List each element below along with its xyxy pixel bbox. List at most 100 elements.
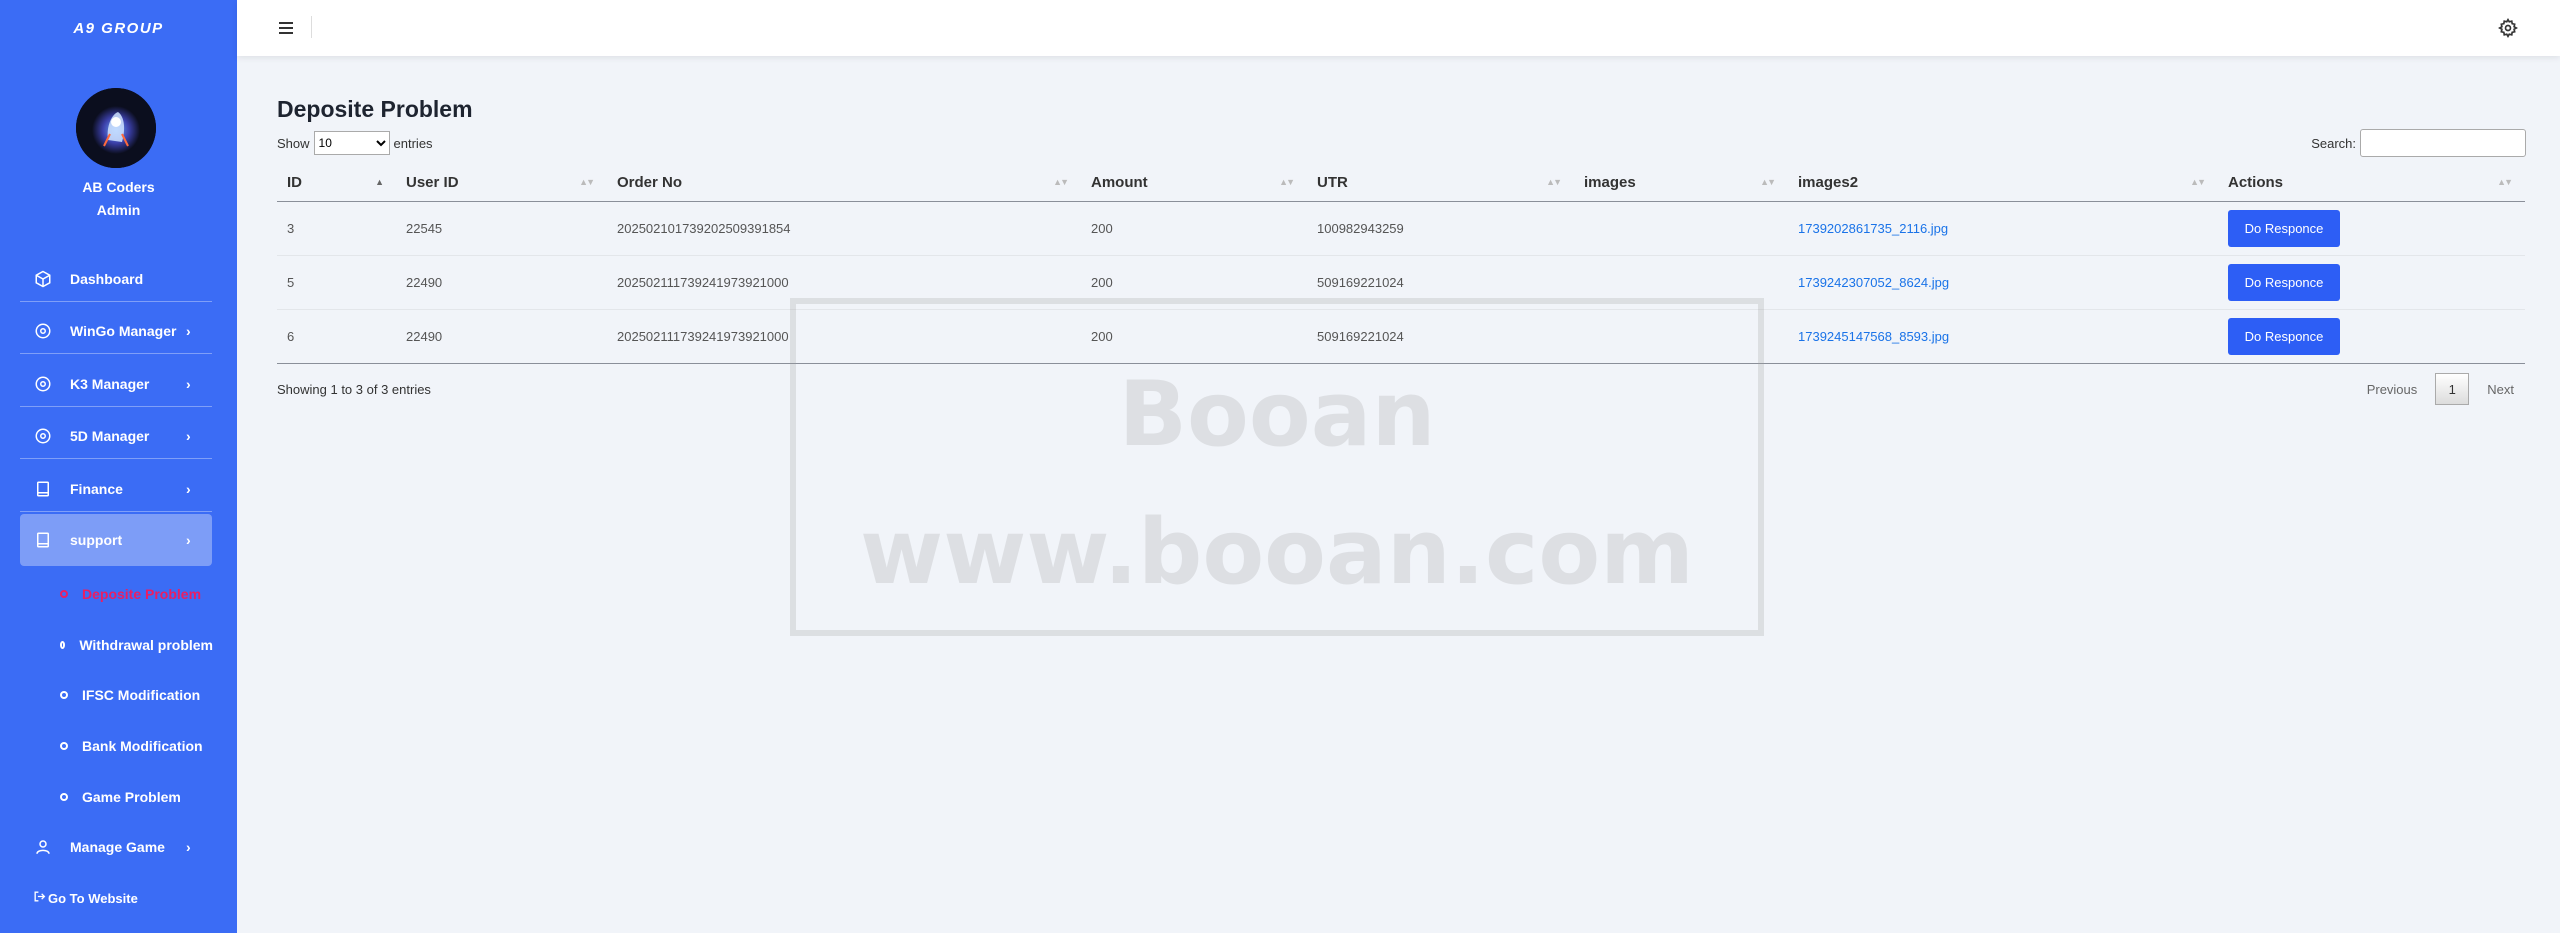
cell-order-no: 202502111739241973921000: [607, 255, 1081, 310]
sub-game-problem[interactable]: Game Problem: [60, 785, 181, 809]
cell-id: 6: [277, 309, 396, 364]
nav-manage-game-label: Manage Game: [70, 839, 165, 855]
cell-id: 5: [277, 255, 396, 310]
cell-utr: 509169221024: [1307, 255, 1574, 310]
image-link[interactable]: 1739202861735_2116.jpg: [1798, 221, 1948, 236]
previous-button[interactable]: Previous: [2355, 382, 2430, 397]
nav-support-label: support: [70, 532, 123, 548]
go-to-website-link[interactable]: Go To Website: [33, 890, 138, 906]
cell-user-id: 22545: [396, 201, 607, 256]
sub-deposite-problem-label: Deposite Problem: [82, 586, 202, 602]
cell-utr: 509169221024: [1307, 309, 1574, 364]
sort-asc-icon: ▲: [375, 177, 384, 187]
image-link[interactable]: 1739245147568_8593.jpg: [1798, 329, 1949, 344]
nav-5d-label: 5D Manager: [70, 427, 150, 444]
cell-id: 3: [277, 201, 396, 256]
do-responce-button[interactable]: Do Responce: [2228, 317, 2340, 355]
user-name: AB Coders: [82, 179, 155, 195]
circle-icon: [60, 691, 68, 699]
cell-amount: 200: [1081, 201, 1307, 256]
table-row: 5 22490 202502111739241973921000 200 509…: [277, 255, 2525, 310]
cell-images2: 1739202861735_2116.jpg: [1788, 201, 2218, 256]
sort-icon: ▲▼: [2497, 177, 2513, 187]
cell-images2: 1739245147568_8593.jpg: [1788, 309, 2218, 364]
nav-manage-game[interactable]: Manage Game ›: [20, 824, 212, 870]
next-button[interactable]: Next: [2475, 382, 2526, 397]
col-header-user-id[interactable]: User ID ▲▼: [396, 164, 607, 202]
sort-icon: ▲▼: [2190, 177, 2206, 187]
table-row: 6 22490 202502111739241973921000 200 509…: [277, 309, 2525, 364]
col-header-order-no[interactable]: Order No ▲▼: [607, 164, 1081, 202]
nav-5d-manager[interactable]: 5D Manager ›: [20, 413, 212, 459]
topbar: [237, 0, 2560, 56]
circle-icon: [60, 590, 68, 598]
gear-icon[interactable]: [2497, 18, 2519, 38]
target-icon: [32, 320, 54, 342]
image-link[interactable]: 1739242307052_8624.jpg: [1798, 275, 1949, 290]
nav-finance-label: Finance: [70, 480, 123, 497]
nav-dashboard[interactable]: Dashboard: [20, 256, 212, 302]
show-label: Show: [277, 135, 310, 151]
col-header-actions[interactable]: Actions ▲▼: [2218, 164, 2525, 202]
cell-amount: 200: [1081, 255, 1307, 310]
cube-icon: [32, 268, 54, 290]
sub-ifsc-modification[interactable]: IFSC Modification: [60, 683, 200, 707]
cell-images: [1574, 255, 1788, 310]
book-icon: [32, 529, 54, 551]
hamburger-menu-icon[interactable]: [279, 20, 295, 36]
cell-user-id: 22490: [396, 309, 607, 364]
sub-withdrawal-problem-label: Withdrawal problem: [79, 637, 213, 653]
user-icon: [32, 836, 54, 858]
col-header-images2[interactable]: images2 ▲▼: [1788, 164, 2218, 202]
chevron-right-icon: ›: [186, 322, 191, 339]
sub-deposite-problem[interactable]: Deposite Problem: [60, 582, 201, 606]
entries-select[interactable]: 10: [313, 131, 390, 155]
sort-icon: ▲▼: [1053, 177, 1069, 187]
cell-amount: 200: [1081, 309, 1307, 364]
circle-icon: [60, 793, 68, 801]
sub-bank-modification[interactable]: Bank Modification: [60, 734, 203, 758]
do-responce-button[interactable]: Do Responce: [2228, 263, 2340, 301]
cell-images2: 1739242307052_8624.jpg: [1788, 255, 2218, 310]
nav-wingo-manager[interactable]: WinGo Manager ›: [20, 308, 212, 354]
chevron-right-icon: ›: [186, 375, 191, 392]
cell-images: [1574, 309, 1788, 364]
chevron-right-icon: ›: [186, 839, 191, 855]
user-role: Admin: [96, 202, 141, 218]
search-input[interactable]: [2360, 129, 2526, 157]
sub-withdrawal-problem[interactable]: Withdrawal problem: [60, 633, 213, 657]
chevron-right-icon: ›: [186, 480, 191, 497]
page-1-button[interactable]: 1: [2435, 373, 2470, 405]
book-icon: [32, 478, 54, 500]
search-control: Search:: [2311, 129, 2526, 157]
target-icon: [32, 425, 54, 447]
nav-wingo-label: WinGo Manager: [70, 322, 177, 339]
entries-label: entries: [393, 135, 433, 151]
brand-logo: A9 GROUP: [73, 20, 164, 37]
watermark-url: www.booan.com: [860, 500, 1694, 605]
nav-finance[interactable]: Finance ›: [20, 466, 212, 512]
col-header-images[interactable]: images ▲▼: [1574, 164, 1788, 202]
divider: [311, 16, 312, 38]
cell-images: [1574, 201, 1788, 256]
col-header-id[interactable]: ID ▲: [277, 164, 396, 202]
nav-support[interactable]: support ›: [20, 514, 212, 566]
cell-actions: Do Responce: [2218, 309, 2525, 364]
avatar: [76, 88, 156, 168]
sign-out-icon: [33, 890, 46, 906]
col-header-amount[interactable]: Amount ▲▼: [1081, 164, 1307, 202]
sub-ifsc-modification-label: IFSC Modification: [82, 687, 201, 703]
chevron-right-icon: ›: [186, 427, 191, 444]
do-responce-button[interactable]: Do Responce: [2228, 209, 2340, 247]
watermark-text: Booan: [1118, 362, 1436, 467]
sub-game-problem-label: Game Problem: [82, 789, 181, 805]
go-to-website-label: Go To Website: [48, 890, 138, 906]
sidebar: A9 GROUP AB Coders Admin Dashboard WinGo…: [0, 0, 237, 933]
table-info: Showing 1 to 3 of 3 entries: [277, 382, 431, 397]
col-header-utr[interactable]: UTR ▲▼: [1307, 164, 1574, 202]
nav-k3-manager[interactable]: K3 Manager ›: [20, 361, 212, 407]
sub-bank-modification-label: Bank Modification: [82, 738, 203, 754]
cell-utr: 100982943259: [1307, 201, 1574, 256]
page-title: Deposite Problem: [277, 96, 473, 122]
sort-icon: ▲▼: [579, 177, 595, 187]
